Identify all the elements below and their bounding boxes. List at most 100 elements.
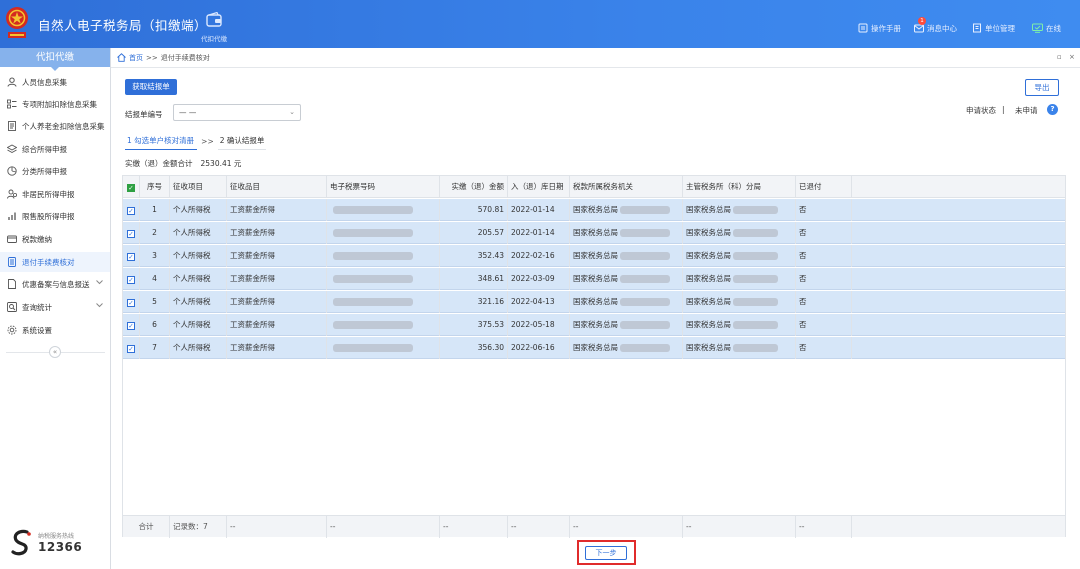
sidebar-item-preferential-filing[interactable]: 优惠备案与信息报送	[0, 274, 110, 294]
cell-date: 2022-05-18	[508, 314, 570, 336]
table-row[interactable]: ✓ 2 个人所得税 工资薪金所得 205.57 2022-01-14 国家税务总…	[123, 222, 1065, 244]
apply-status-label: 申请状态	[966, 106, 996, 115]
row-checkbox[interactable]: ✓	[123, 245, 140, 267]
table-row[interactable]: ✓ 1 个人所得税 工资薪金所得 570.81 2022-01-14 国家税务总…	[123, 199, 1065, 221]
sidebar-item-classified-income[interactable]: 分类所得申报	[0, 161, 110, 181]
cell-authority: 国家税务总局	[570, 222, 683, 244]
cell-sub-item: 工资薪金所得	[227, 268, 327, 290]
sidebar-item-restricted-stock[interactable]: 限售股所得申报	[0, 206, 110, 226]
table-row[interactable]: ✓ 7 个人所得税 工资薪金所得 356.30 2022-06-16 国家税务总…	[123, 337, 1065, 359]
row-checkbox[interactable]: ✓	[123, 222, 140, 244]
select-all-checkbox[interactable]: ✓	[123, 176, 140, 198]
card-icon	[7, 235, 17, 243]
help-icon[interactable]: ?	[1047, 104, 1058, 115]
breadcrumb-home-link[interactable]: 首页	[129, 53, 143, 63]
sidebar-item-comprehensive-income[interactable]: 综合所得申报	[0, 139, 110, 159]
cell-no: 4	[140, 268, 170, 290]
manual-label: 操作手册	[871, 23, 901, 33]
restore-icon[interactable]: ▫	[1057, 53, 1062, 61]
cell-refunded: 否	[796, 337, 852, 359]
hotline-number: 12366	[38, 540, 83, 554]
sidebar-item-label: 个人养老金扣除信息采集	[22, 121, 105, 131]
row-checkbox[interactable]: ✓	[123, 314, 140, 336]
sidebar-item-label: 税款缴纳	[22, 234, 52, 244]
col-header: 税款所属税务机关	[570, 176, 683, 198]
online-status-link[interactable]: 在线	[1032, 22, 1061, 34]
sidebar-item-tax-payment[interactable]: 税款缴纳	[0, 229, 110, 249]
cell-date: 2022-02-16	[508, 245, 570, 267]
unit-management-link[interactable]: 单位管理	[972, 22, 1015, 34]
cell-no: 7	[140, 337, 170, 359]
cell-bureau: 国家税务总局	[683, 222, 796, 244]
table-row[interactable]: ✓ 6 个人所得税 工资薪金所得 375.53 2022-05-18 国家税务总…	[123, 314, 1065, 336]
cell-date: 2022-03-09	[508, 268, 570, 290]
apply-status-separator: |	[1002, 105, 1005, 114]
cell-item: 个人所得税	[170, 337, 227, 359]
cell-authority: 国家税务总局	[570, 245, 683, 267]
sidebar-item-fee-refund-check[interactable]: 退付手续费核对	[0, 252, 110, 272]
sidebar-item-label: 退付手续费核对	[22, 257, 75, 267]
fetch-settlement-button[interactable]: 获取结报单	[125, 79, 177, 95]
cell-item: 个人所得税	[170, 222, 227, 244]
sidebar-item-nonresident-income[interactable]: 非居民所得申报	[0, 184, 110, 204]
table-row[interactable]: ✓ 4 个人所得税 工资薪金所得 348.61 2022-03-09 国家税务总…	[123, 268, 1065, 290]
sidebar-item-label: 人员信息采集	[22, 77, 67, 87]
next-button-highlight: 下一步	[577, 540, 636, 565]
tab-step-confirm-settlement[interactable]: 2 确认结报单	[217, 133, 267, 150]
cell-no: 3	[140, 245, 170, 267]
sidebar-item-person-info[interactable]: 人员信息采集	[0, 72, 110, 92]
tab-step-check-list[interactable]: 1 勾选单户核对清册	[125, 133, 198, 150]
row-checkbox[interactable]: ✓	[123, 268, 140, 290]
settlement-number-select[interactable]: — — ⌄	[173, 104, 301, 121]
ledger-icon	[8, 257, 16, 267]
table-footer: 合计 记录数：7 -- -- -- -- -- -- --	[123, 515, 1065, 538]
sidebar-collapse-button[interactable]: «	[49, 346, 61, 358]
cell-date: 2022-04-13	[508, 291, 570, 313]
col-header: 已退付	[796, 176, 852, 198]
cell-ticket-no	[327, 337, 440, 359]
manual-link[interactable]: 操作手册	[858, 22, 901, 34]
cell-bureau: 国家税务总局	[683, 337, 796, 359]
chevron-down-icon: ⌄	[289, 108, 295, 116]
sidebar-item-label: 系统设置	[22, 325, 52, 335]
message-center-label: 消息中心	[927, 23, 957, 33]
row-checkbox[interactable]: ✓	[123, 337, 140, 359]
sidebar-item-pension-deduction[interactable]: 个人养老金扣除信息采集	[0, 116, 110, 136]
row-checkbox[interactable]: ✓	[123, 291, 140, 313]
withholding-tool-label: 代扣代缴	[201, 35, 227, 43]
cell-date: 2022-06-16	[508, 337, 570, 359]
search-icon	[7, 302, 17, 312]
message-center-link[interactable]: 1 消息中心	[914, 17, 957, 34]
table-header: ✓ 序号 征收项目 征收品目 电子税票号码 实缴（退）金额 入（退）库日期 税款…	[123, 176, 1065, 198]
cell-bureau: 国家税务总局	[683, 199, 796, 221]
cell-refunded: 否	[796, 245, 852, 267]
sidebar-item-special-deduction[interactable]: 专项附加扣除信息采集	[0, 94, 110, 114]
sidebar-item-label: 非居民所得申报	[22, 189, 75, 199]
table-row[interactable]: ✓ 5 个人所得税 工资薪金所得 321.16 2022-04-13 国家税务总…	[123, 291, 1065, 313]
cell-ticket-no	[327, 199, 440, 221]
col-header: 电子税票号码	[327, 176, 440, 198]
sidebar-item-system-settings[interactable]: 系统设置	[0, 320, 110, 340]
layers-icon	[7, 144, 17, 154]
sidebar: 代扣代缴 人员信息采集 专项附加扣除信息采集 个人养老金扣除信息采集 综合所得申…	[0, 48, 111, 569]
table-row[interactable]: ✓ 3 个人所得税 工资薪金所得 352.43 2022-02-16 国家税务总…	[123, 245, 1065, 267]
withholding-tool-button[interactable]: 代扣代缴	[198, 10, 230, 44]
next-step-button[interactable]: 下一步	[585, 546, 627, 560]
file-icon	[8, 279, 16, 289]
sidebar-item-query-statistics[interactable]: 查询统计	[0, 297, 110, 317]
main-content: 首页 >> 退付手续费核对 ▫ × 获取结报单 导出 结报单编号 — — ⌄ 申…	[111, 48, 1080, 569]
cell-no: 5	[140, 291, 170, 313]
export-button[interactable]: 导出	[1025, 79, 1059, 96]
row-checkbox[interactable]: ✓	[123, 199, 140, 221]
cell-bureau: 国家税务总局	[683, 268, 796, 290]
chart-icon	[8, 212, 16, 220]
chevron-down-icon	[96, 303, 103, 308]
footer-dash: --	[683, 516, 796, 538]
amount-total: 实缴（退）金额合计 2530.41 元	[125, 158, 241, 169]
cell-no: 1	[140, 199, 170, 221]
col-header: 征收品目	[227, 176, 327, 198]
amount-total-label: 实缴（退）金额合计	[125, 159, 193, 168]
cell-item: 个人所得税	[170, 291, 227, 313]
close-icon[interactable]: ×	[1069, 53, 1075, 61]
sidebar-item-label: 分类所得申报	[22, 166, 67, 176]
